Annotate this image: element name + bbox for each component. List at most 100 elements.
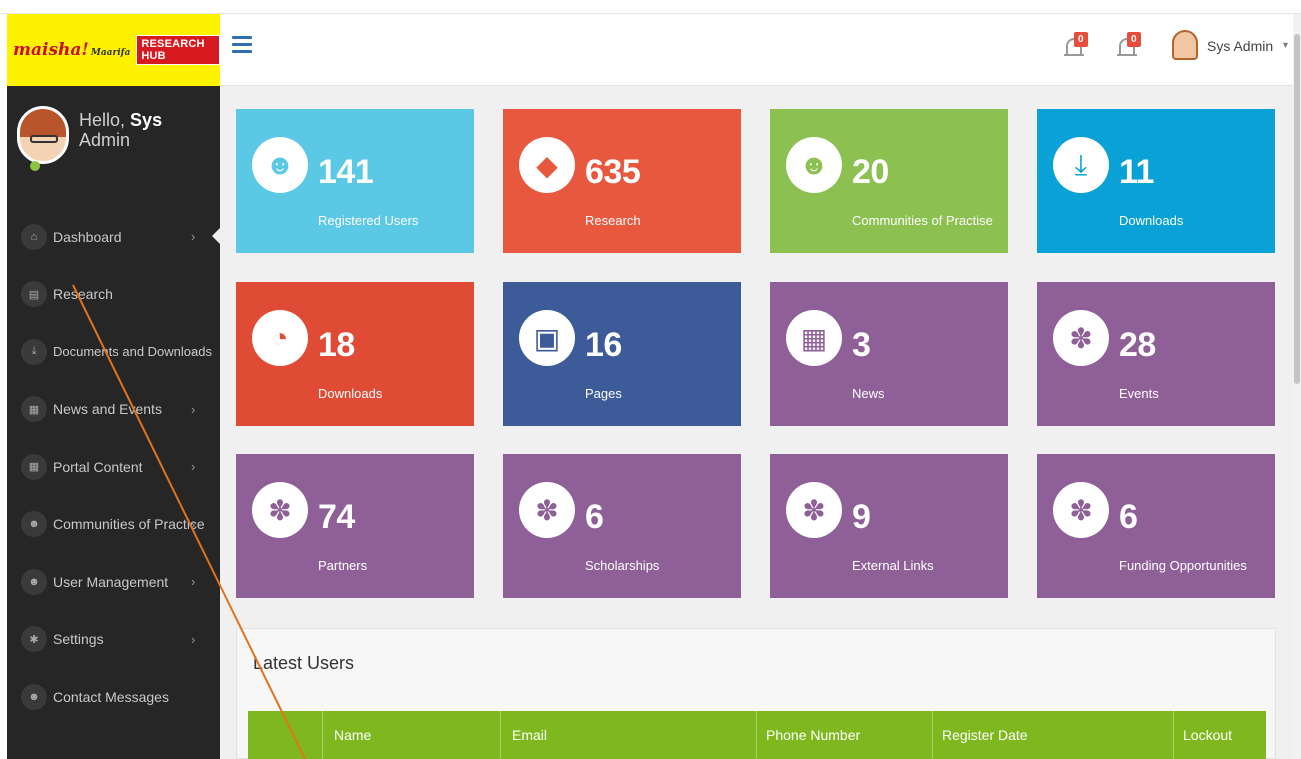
users-icon: ☻ bbox=[21, 683, 47, 710]
latest-users-table-header: Name Email Phone Number Register Date Lo… bbox=[248, 711, 1266, 759]
logo-brand: maisha! Maarifa bbox=[13, 40, 131, 60]
user-avatar[interactable] bbox=[1172, 30, 1198, 60]
stat-label: Events bbox=[1119, 386, 1159, 401]
menu-toggle-icon[interactable] bbox=[232, 36, 252, 54]
chevron-right-icon: › bbox=[191, 229, 196, 245]
sidebar-item-portal-content[interactable]: ▦ Portal Content › bbox=[7, 438, 220, 496]
page-scrollbar[interactable] bbox=[1293, 14, 1301, 759]
column-header-name[interactable]: Name bbox=[334, 727, 371, 743]
scrollbar-thumb[interactable] bbox=[1294, 34, 1300, 384]
chevron-right-icon: › bbox=[191, 459, 196, 475]
file-icon: ▤ bbox=[21, 281, 47, 308]
stat-tile-communities-of-practise[interactable]: ☻ 20 Communities of Practise bbox=[770, 109, 1008, 253]
home-icon: ⌂ bbox=[21, 223, 47, 250]
notification-bell-icon[interactable]: 0 bbox=[1064, 32, 1092, 62]
stat-tile-partners[interactable]: ✽ 74 Partners bbox=[236, 454, 474, 598]
cogs-icon: ✱ bbox=[21, 626, 47, 653]
stat-tile-events[interactable]: ✽ 28 Events bbox=[1037, 282, 1275, 426]
archive-icon: ▣ bbox=[519, 310, 575, 366]
paw-icon: ✽ bbox=[1053, 482, 1109, 538]
stat-tile-research[interactable]: ◆ 635 Research bbox=[503, 109, 741, 253]
stat-tile-external-links[interactable]: ✽ 9 External Links bbox=[770, 454, 1008, 598]
latest-users-panel: Latest Users Name Email Phone Number Reg… bbox=[236, 628, 1276, 759]
sidebar-item-communities[interactable]: ☻ Communities of Practice › bbox=[7, 496, 220, 554]
paw-icon: ✽ bbox=[519, 482, 575, 538]
stat-label: Partners bbox=[318, 558, 368, 573]
stat-value: 141 bbox=[318, 153, 374, 191]
stat-value: 20 bbox=[852, 153, 889, 191]
stat-value: 3 bbox=[852, 326, 871, 364]
sidebar-item-label: Contact Messages bbox=[53, 688, 169, 705]
stat-label: Downloads bbox=[318, 386, 383, 401]
sidebar-item-user-management[interactable]: ☻ User Management › bbox=[7, 553, 220, 611]
column-header-lockout[interactable]: Lockout bbox=[1183, 727, 1232, 743]
sidebar-item-label: User Management bbox=[53, 573, 169, 590]
stat-label: Scholarships bbox=[585, 558, 660, 573]
stat-label: Pages bbox=[585, 386, 622, 401]
sidebar-item-contact-messages[interactable]: ☻ Contact Messages bbox=[7, 668, 220, 726]
sidebar-item-documents-downloads[interactable]: ⤓ Documents and Downloads › bbox=[7, 323, 220, 381]
sidebar-item-settings[interactable]: ✱ Settings › bbox=[7, 611, 220, 669]
sidebar-item-label: Documents and Downloads bbox=[53, 344, 212, 360]
main-content: ☻ 141 Registered Users ◆ 635 Research ☻ 20 Commu… bbox=[220, 86, 1301, 759]
stat-label: Registered Users bbox=[318, 213, 419, 228]
column-header-phone[interactable]: Phone Number bbox=[766, 727, 860, 743]
stat-label: External Links bbox=[852, 558, 934, 573]
stat-value: 9 bbox=[852, 498, 871, 536]
stat-value: 74 bbox=[318, 498, 355, 536]
download-icon: ⤓ bbox=[1053, 137, 1109, 193]
users-icon: ☻ bbox=[21, 511, 47, 538]
users-icon: ☻ bbox=[21, 568, 47, 595]
sidebar-item-label: Dashboard bbox=[53, 228, 122, 245]
active-pointer bbox=[212, 228, 220, 244]
column-header-email[interactable]: Email bbox=[512, 727, 547, 743]
sidebar-item-label: Settings bbox=[53, 631, 104, 648]
top-navbar: 0 0 Sys Admin ▾ bbox=[220, 14, 1301, 86]
alert-bell-icon[interactable]: 0 bbox=[1117, 32, 1145, 62]
stat-tile-scholarships[interactable]: ✽ 6 Scholarships bbox=[503, 454, 741, 598]
sidebar-item-dashboard[interactable]: ⌂ Dashboard › bbox=[7, 208, 220, 266]
notification-count-badge: 0 bbox=[1074, 32, 1088, 47]
sidebar-item-label: Communities of Practice bbox=[53, 516, 205, 533]
column-header-register-date[interactable]: Register Date bbox=[942, 727, 1028, 743]
profile-greeting: Hello, Sys Admin bbox=[79, 110, 163, 150]
sidebar-item-label: Research bbox=[53, 286, 113, 303]
alert-count-badge: 0 bbox=[1127, 32, 1141, 47]
sidebar-item-label: News and Events bbox=[53, 401, 162, 418]
stat-tile-news[interactable]: ▦ 3 News bbox=[770, 282, 1008, 426]
site-logo[interactable]: maisha! Maarifa RESEARCH HUB bbox=[7, 14, 220, 86]
stat-tile-registered-users[interactable]: ☻ 141 Registered Users bbox=[236, 109, 474, 253]
online-status-dot bbox=[30, 161, 40, 171]
sidebar-nav: ⌂ Dashboard › ▤ Research ⤓ Documents and… bbox=[7, 208, 220, 726]
stat-label: Communities of Practise bbox=[852, 213, 993, 228]
tag-icon: ◆ bbox=[519, 137, 575, 193]
stat-tile-downloads[interactable]: ◔ 18 Downloads bbox=[236, 282, 474, 426]
newspaper-icon: ▦ bbox=[21, 396, 47, 423]
stat-label: Downloads bbox=[1119, 213, 1184, 228]
profile-avatar bbox=[17, 106, 69, 164]
sidebar-item-news-events[interactable]: ▦ News and Events › bbox=[7, 381, 220, 439]
stat-value: 6 bbox=[1119, 498, 1138, 536]
stat-label: Funding Opportunities bbox=[1119, 558, 1247, 573]
sidebar-item-label: Portal Content bbox=[53, 458, 143, 475]
newspaper-icon: ▦ bbox=[21, 453, 47, 480]
caret-down-icon[interactable]: ▾ bbox=[1283, 40, 1288, 51]
sidebar-item-research[interactable]: ▤ Research bbox=[7, 266, 220, 324]
newspaper-icon: ▦ bbox=[786, 310, 842, 366]
paw-icon: ✽ bbox=[786, 482, 842, 538]
chevron-right-icon: › bbox=[191, 516, 196, 532]
stat-tile-funding-opportunities[interactable]: ✽ 6 Funding Opportunities bbox=[1037, 454, 1275, 598]
sidebar: Hello, Sys Admin ⌂ Dashboard › ▤ Researc… bbox=[7, 86, 220, 759]
chevron-right-icon: › bbox=[191, 574, 196, 590]
stat-value: 6 bbox=[585, 498, 604, 536]
user-menu-name[interactable]: Sys Admin bbox=[1207, 38, 1273, 54]
stat-tile-pages[interactable]: ▣ 16 Pages bbox=[503, 282, 741, 426]
chevron-right-icon: › bbox=[191, 631, 196, 647]
stat-label: Research bbox=[585, 213, 641, 228]
browser-bookmarks-strip bbox=[0, 0, 1301, 14]
download-icon: ⤓ bbox=[21, 338, 47, 365]
stat-value: 16 bbox=[585, 326, 622, 364]
paw-icon: ✽ bbox=[1053, 310, 1109, 366]
pie-chart-icon: ◔ bbox=[252, 310, 308, 366]
stat-tile-downloads[interactable]: ⤓ 11 Downloads bbox=[1037, 109, 1275, 253]
